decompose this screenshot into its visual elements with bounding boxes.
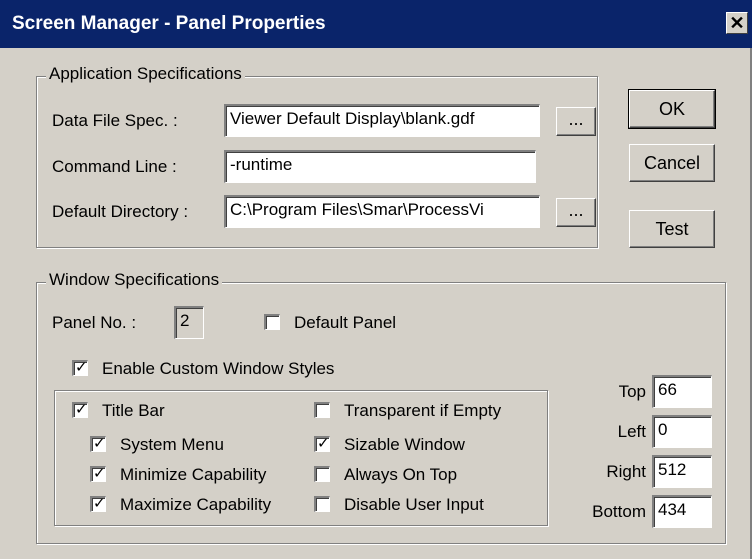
- bottom-label: Bottom: [592, 502, 646, 521]
- window-title: Screen Manager - Panel Properties: [12, 13, 326, 34]
- system-menu-label: System Menu: [120, 435, 224, 454]
- disable-input-checkbox[interactable]: [314, 496, 330, 512]
- enable-custom-label: Enable Custom Window Styles: [102, 359, 335, 378]
- sizable-label: Sizable Window: [344, 435, 465, 454]
- panel-no-input: 2: [174, 306, 204, 339]
- ok-button[interactable]: OK: [628, 89, 716, 129]
- check-icon: ✓: [93, 464, 106, 482]
- always-on-top-checkbox[interactable]: [314, 466, 330, 482]
- left-label: Left: [617, 422, 646, 441]
- left-input[interactable]: 0: [652, 415, 712, 448]
- top-label: Top: [618, 382, 646, 401]
- close-icon[interactable]: ✕: [726, 12, 748, 34]
- command-line-label: Command Line :: [52, 157, 177, 176]
- maximize-checkbox[interactable]: ✓: [90, 494, 106, 512]
- default-panel-checkbox[interactable]: [264, 314, 280, 330]
- check-icon: ✓: [93, 434, 106, 452]
- transparent-checkbox[interactable]: [314, 402, 330, 418]
- panel-no-label: Panel No. :: [52, 313, 137, 332]
- default-panel-label: Default Panel: [294, 313, 397, 332]
- always-on-top-label: Always On Top: [344, 465, 458, 484]
- title-bar-label: Title Bar: [102, 401, 165, 420]
- bottom-input[interactable]: 434: [652, 495, 712, 528]
- sizable-checkbox[interactable]: ✓: [314, 434, 330, 452]
- title-bar-checkbox[interactable]: ✓: [72, 400, 88, 418]
- disable-input-label: Disable User Input: [344, 495, 484, 514]
- enable-custom-checkbox[interactable]: ✓: [72, 358, 88, 376]
- data-file-label: Data File Spec. :: [52, 111, 178, 130]
- win-spec-legend: Window Specifications: [46, 270, 223, 290]
- system-menu-checkbox[interactable]: ✓: [90, 434, 106, 452]
- default-dir-label: Default Directory :: [52, 202, 189, 221]
- default-dir-input[interactable]: C:\Program Files\Smar\ProcessVi: [224, 195, 540, 228]
- check-icon: ✓: [93, 494, 106, 512]
- default-dir-browse-button[interactable]: ...: [556, 198, 596, 227]
- check-icon: ✓: [75, 358, 88, 376]
- app-spec-legend: Application Specifications: [46, 64, 245, 84]
- data-file-input[interactable]: Viewer Default Display\blank.gdf: [224, 104, 540, 137]
- minimize-checkbox[interactable]: ✓: [90, 464, 106, 482]
- transparent-label: Transparent if Empty: [344, 401, 502, 420]
- check-icon: ✓: [75, 400, 88, 418]
- minimize-label: Minimize Capability: [120, 465, 267, 484]
- cancel-button[interactable]: Cancel: [629, 144, 715, 182]
- title-bar[interactable]: Screen Manager - Panel Properties ✕: [0, 0, 752, 48]
- test-button[interactable]: Test: [629, 210, 715, 248]
- top-input[interactable]: 66: [652, 375, 712, 408]
- maximize-label: Maximize Capability: [120, 495, 272, 514]
- data-file-browse-button[interactable]: ...: [556, 107, 596, 136]
- right-input[interactable]: 512: [652, 455, 712, 488]
- check-icon: ✓: [317, 434, 330, 452]
- right-label: Right: [606, 462, 646, 481]
- command-line-input[interactable]: -runtime: [224, 150, 536, 183]
- dialog-body: Application Specifications Data File Spe…: [0, 48, 752, 559]
